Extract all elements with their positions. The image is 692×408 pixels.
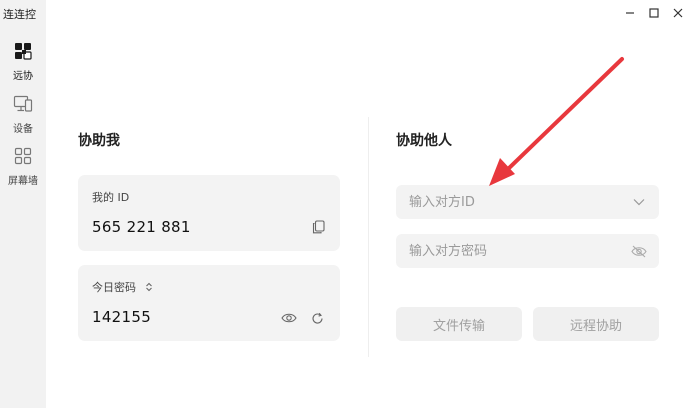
refresh-icon[interactable]	[309, 310, 325, 326]
today-password-label[interactable]: 今日密码	[92, 279, 154, 295]
my-id-card: 我的 ID 565 221 881	[78, 175, 340, 251]
chevron-updown-icon	[145, 282, 152, 292]
my-id-value: 565 221 881	[92, 218, 191, 236]
maximize-button[interactable]	[646, 5, 662, 21]
section-divider	[368, 117, 369, 357]
minimize-button[interactable]	[622, 5, 638, 21]
close-icon	[673, 8, 683, 18]
sidebar-item-device[interactable]: 设备	[0, 95, 46, 135]
sidebar-item-remote-assist[interactable]: 远协	[0, 42, 46, 82]
eye-off-icon[interactable]	[630, 243, 648, 259]
remote-assist-icon	[0, 42, 46, 64]
close-button[interactable]	[670, 5, 686, 21]
today-password-value: 142155	[92, 308, 152, 326]
eye-icon[interactable]	[280, 310, 298, 326]
partner-password-field	[396, 234, 659, 268]
sidebar: 连连控 远协 设备 屏幕墙	[0, 0, 46, 408]
partner-id-field	[396, 185, 659, 219]
help-others-title: 协助他人	[396, 133, 452, 149]
sidebar-item-label: 设备	[13, 124, 33, 135]
copy-icon[interactable]	[310, 219, 326, 235]
remote-assist-button[interactable]: 远程协助	[533, 307, 659, 341]
maximize-icon	[649, 8, 659, 18]
help-me-title: 协助我	[78, 133, 120, 149]
password-card: 今日密码 142155	[78, 265, 340, 341]
app-title: 连连控	[3, 8, 36, 21]
my-id-label: 我的 ID	[92, 191, 130, 204]
partner-id-input[interactable]	[396, 185, 616, 219]
chevron-down-icon[interactable]	[632, 195, 646, 209]
file-transfer-button[interactable]: 文件传输	[396, 307, 522, 341]
device-icon	[0, 95, 46, 117]
partner-password-input[interactable]	[396, 234, 616, 268]
minimize-icon	[626, 12, 634, 14]
sidebar-item-screen-wall[interactable]: 屏幕墙	[0, 147, 46, 187]
sidebar-item-label: 屏幕墙	[8, 176, 38, 187]
screen-wall-icon	[0, 147, 46, 169]
sidebar-item-label: 远协	[13, 71, 33, 82]
